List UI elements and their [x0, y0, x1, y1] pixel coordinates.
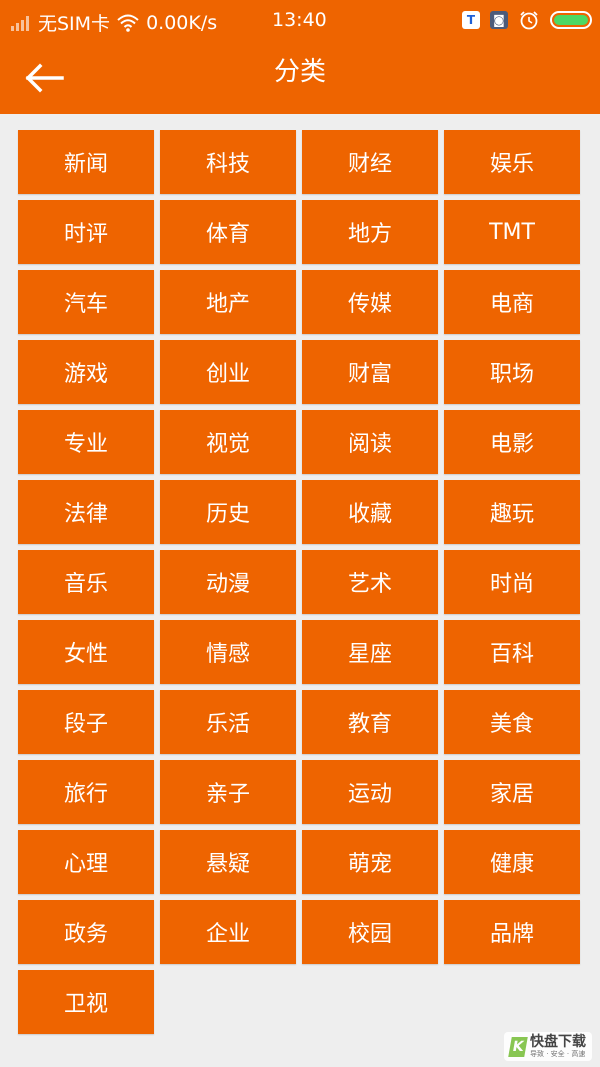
- app-badge-icon: ◙: [490, 11, 508, 29]
- network-speed: 0.00K/s: [146, 11, 218, 34]
- category-tile[interactable]: 段子: [18, 690, 154, 754]
- category-tile[interactable]: 阅读: [302, 410, 438, 474]
- toolbar: 分类: [0, 42, 600, 114]
- watermark-sub: 导致 · 安全 · 高速: [530, 1050, 586, 1058]
- signal-icon: [11, 15, 29, 31]
- category-tile[interactable]: 视觉: [160, 410, 296, 474]
- carrier-text: 无SIM卡: [38, 13, 111, 35]
- category-tile[interactable]: 亲子: [160, 760, 296, 824]
- category-tile[interactable]: 企业: [160, 900, 296, 964]
- category-tile[interactable]: 校园: [302, 900, 438, 964]
- category-tile[interactable]: 星座: [302, 620, 438, 684]
- watermark: K 快盘下载 导致 · 安全 · 高速: [504, 1032, 592, 1061]
- category-tile[interactable]: 汽车: [18, 270, 154, 334]
- category-tile[interactable]: 美食: [444, 690, 580, 754]
- category-tile[interactable]: 艺术: [302, 550, 438, 614]
- category-tile[interactable]: 财经: [302, 130, 438, 194]
- status-right: T ◙: [462, 9, 592, 31]
- category-tile[interactable]: 娱乐: [444, 130, 580, 194]
- back-button[interactable]: [18, 54, 70, 102]
- category-tile[interactable]: 专业: [18, 410, 154, 474]
- back-arrow-icon: [25, 63, 64, 93]
- battery-icon: [550, 11, 592, 29]
- category-tile[interactable]: 健康: [444, 830, 580, 894]
- category-tile[interactable]: 职场: [444, 340, 580, 404]
- page-title: 分类: [273, 57, 326, 87]
- category-tile[interactable]: 收藏: [302, 480, 438, 544]
- category-tile[interactable]: 卫视: [18, 970, 154, 1034]
- category-tile[interactable]: 家居: [444, 760, 580, 824]
- category-tile[interactable]: 创业: [160, 340, 296, 404]
- category-tile[interactable]: 电商: [444, 270, 580, 334]
- category-tile[interactable]: 传媒: [302, 270, 438, 334]
- category-tile[interactable]: 政务: [18, 900, 154, 964]
- category-tile[interactable]: 新闻: [18, 130, 154, 194]
- category-grid: 新闻 科技 财经 娱乐时评 体育 地方 TMT 汽车 地产 传媒 电商游戏 创业 财富 职场专业 视觉 阅读电…: [18, 130, 582, 1034]
- status-bar: 无SIM卡 0.00K/s 13:40 T ◙: [0, 0, 600, 42]
- category-tile[interactable]: 动漫: [160, 550, 296, 614]
- category-tile[interactable]: 地产: [160, 270, 296, 334]
- category-tile[interactable]: 时评: [18, 200, 154, 264]
- wifi-icon: [117, 14, 139, 32]
- category-tile[interactable]: 体育: [160, 200, 296, 264]
- category-tile[interactable]: 旅行: [18, 760, 154, 824]
- category-tile[interactable]: 悬疑: [160, 830, 296, 894]
- app-badge-icon: T: [462, 11, 480, 29]
- category-tile[interactable]: 百科: [444, 620, 580, 684]
- watermark-text: 快盘下载 导致 · 安全 · 高速: [530, 1035, 586, 1058]
- category-tile[interactable]: 法律: [18, 480, 154, 544]
- category-tile[interactable]: 乐活: [160, 690, 296, 754]
- category-tile[interactable]: 心理: [18, 830, 154, 894]
- category-tile[interactable]: 游戏: [18, 340, 154, 404]
- status-time: 13:40: [272, 9, 327, 31]
- category-tile[interactable]: TMT: [444, 200, 580, 264]
- category-tile[interactable]: 品牌: [444, 900, 580, 964]
- category-tile[interactable]: 科技: [160, 130, 296, 194]
- alarm-icon: [520, 11, 538, 30]
- battery-fill: [554, 15, 588, 25]
- category-tile[interactable]: 女性: [18, 620, 154, 684]
- category-tile[interactable]: 趣玩: [444, 480, 580, 544]
- status-left: 无SIM卡 0.00K/s: [10, 9, 217, 36]
- category-tile[interactable]: 时尚: [444, 550, 580, 614]
- category-tile[interactable]: 地方: [302, 200, 438, 264]
- watermark-main: 快盘下载: [530, 1034, 586, 1050]
- category-tile[interactable]: 历史: [160, 480, 296, 544]
- category-tile[interactable]: 财富: [302, 340, 438, 404]
- watermark-logo-icon: K: [508, 1036, 528, 1057]
- category-tile[interactable]: 情感: [160, 620, 296, 684]
- category-tile[interactable]: 音乐: [18, 550, 154, 614]
- category-tile[interactable]: 运动: [302, 760, 438, 824]
- category-tile[interactable]: 教育: [302, 690, 438, 754]
- category-tile[interactable]: 萌宠: [302, 830, 438, 894]
- category-tile[interactable]: 电影: [444, 410, 580, 474]
